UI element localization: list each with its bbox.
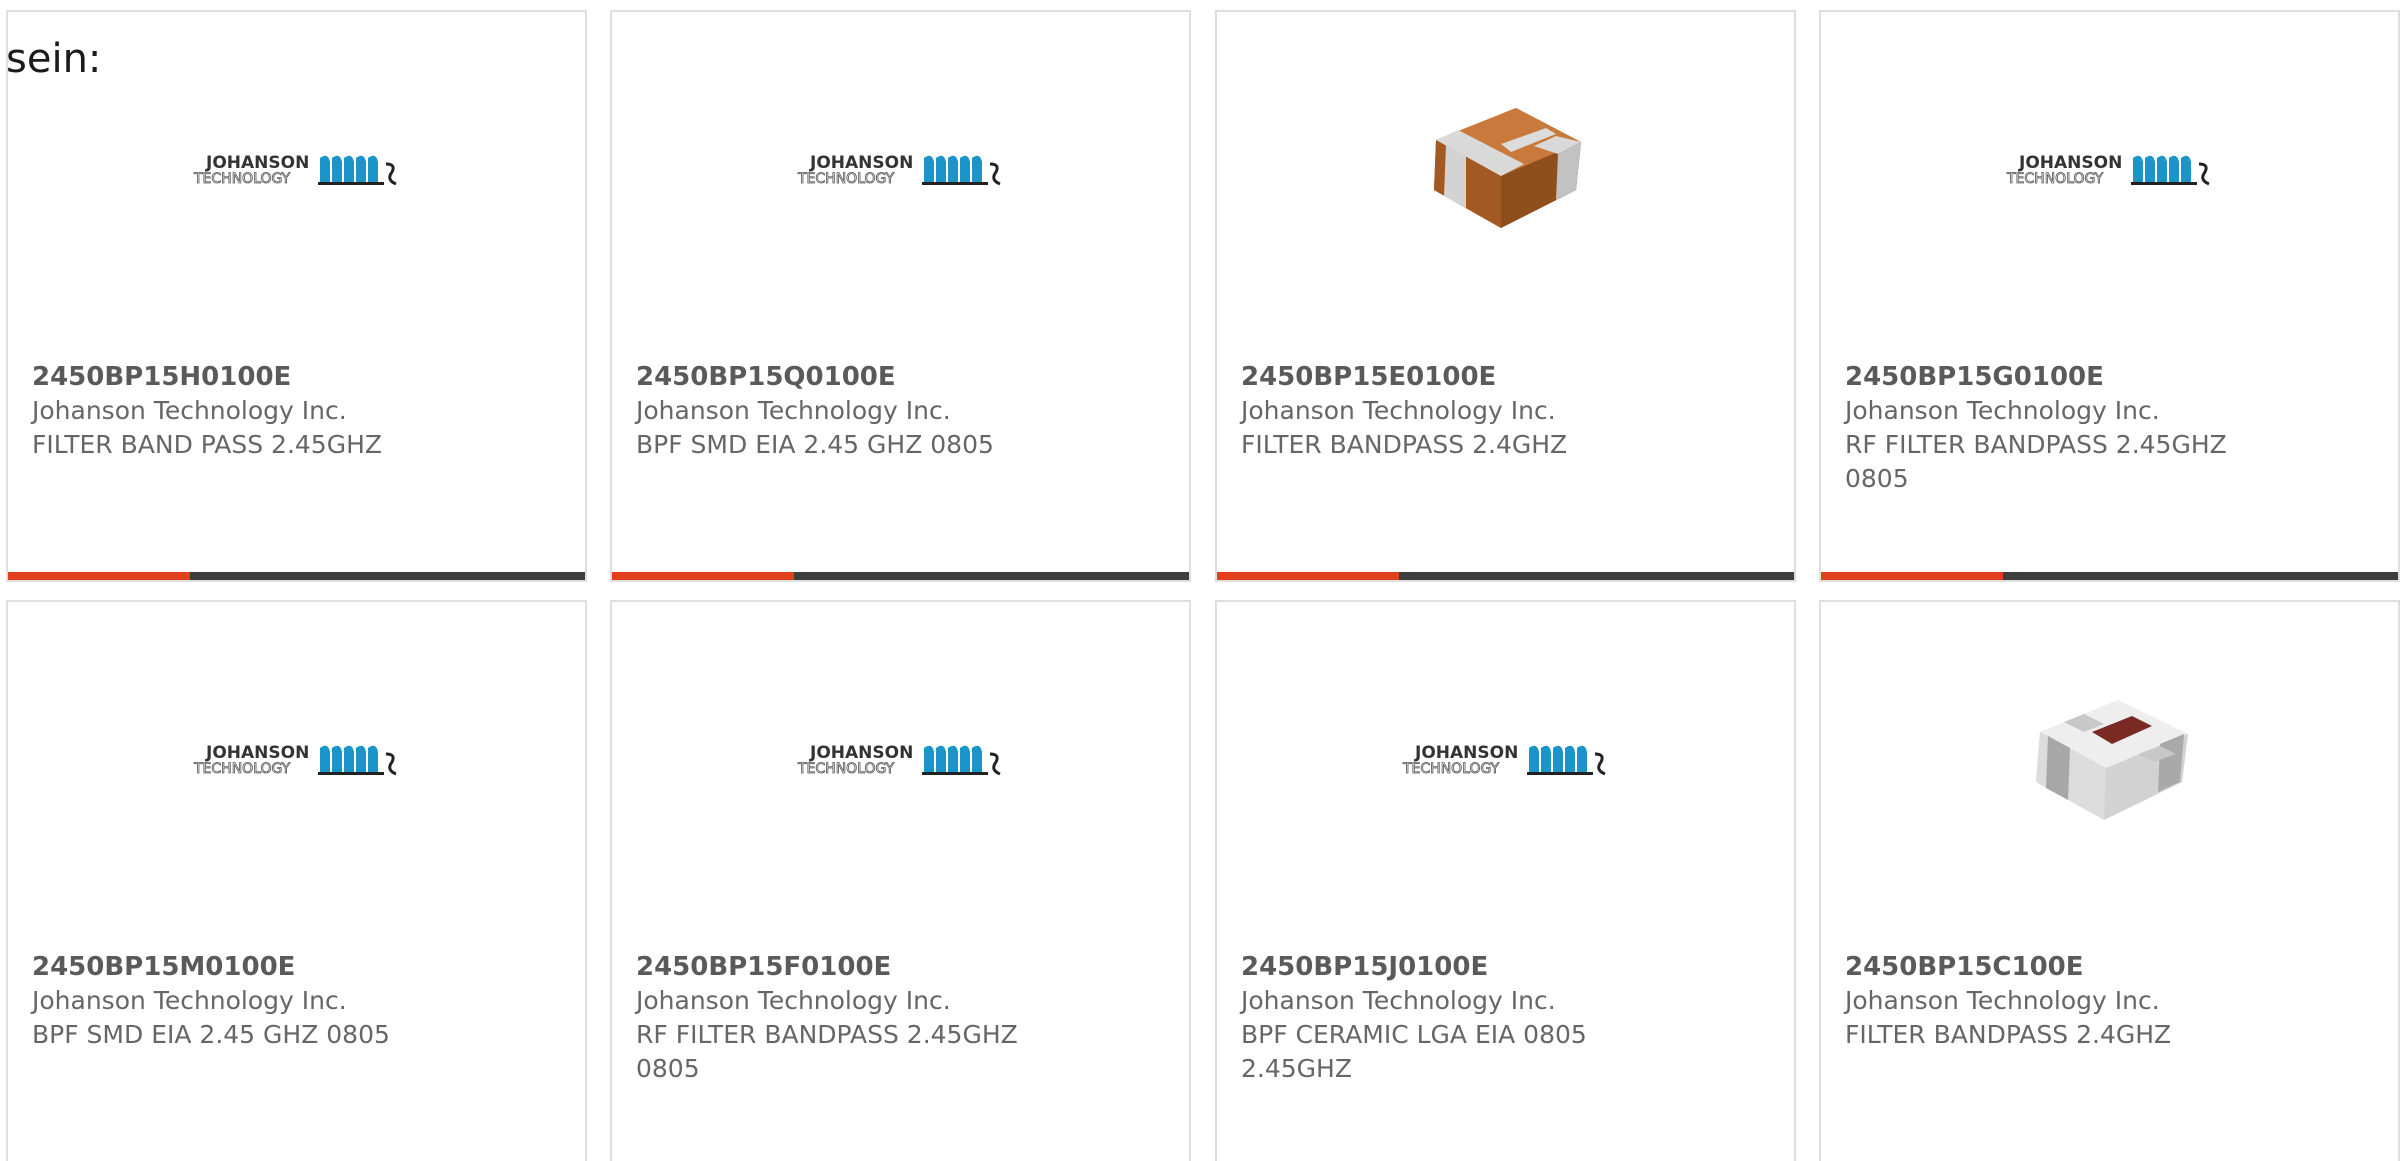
intro-text: sein: (6, 36, 102, 82)
johanson-logo-icon: JOHANSON TECHNOLOGY (192, 740, 402, 784)
manufacturer: Johanson Technology Inc. (32, 396, 347, 425)
part-number[interactable]: 2450BP15G0100E (1845, 360, 2285, 394)
card-accent-bar (1821, 572, 2398, 580)
product-image: JOHANSON TECHNOLOGY (612, 67, 1189, 277)
description: BPF CERAMIC LGA EIA 0805 2.45GHZ (1241, 1020, 1587, 1083)
description: FILTER BANDPASS 2.4GHZ (1845, 1020, 2172, 1049)
svg-text:JOHANSON: JOHANSON (2018, 153, 2122, 173)
svg-text:JOHANSON: JOHANSON (809, 153, 913, 173)
part-number[interactable]: 2450BP15J0100E (1241, 950, 1681, 984)
description: RF FILTER BANDPASS 2.45GHZ 0805 (1845, 430, 2227, 493)
product-card[interactable]: 2450BP15C100E Johanson Technology Inc. F… (1819, 600, 2400, 1161)
product-card[interactable]: JOHANSON TECHNOLOGY 2450BP15F0100E Johan… (610, 600, 1191, 1161)
product-image: JOHANSON TECHNOLOGY (612, 657, 1189, 867)
manufacturer: Johanson Technology Inc. (1241, 986, 1556, 1015)
white-chip-icon (2010, 660, 2210, 864)
manufacturer: Johanson Technology Inc. (636, 396, 951, 425)
johanson-logo-icon: JOHANSON TECHNOLOGY (796, 150, 1006, 194)
part-number[interactable]: 2450BP15F0100E (636, 950, 1076, 984)
svg-text:JOHANSON: JOHANSON (1414, 743, 1518, 763)
product-card[interactable]: JOHANSON TECHNOLOGY 2450BP15G0100E Johan… (1819, 10, 2400, 582)
svg-text:TECHNOLOGY: TECHNOLOGY (1402, 761, 1500, 777)
product-card[interactable]: JOHANSON TECHNOLOGY 2450BP15M0100E Johan… (6, 600, 587, 1161)
svg-text:TECHNOLOGY: TECHNOLOGY (193, 171, 291, 187)
johanson-logo-icon: JOHANSON TECHNOLOGY (2005, 150, 2215, 194)
svg-text:TECHNOLOGY: TECHNOLOGY (193, 761, 291, 777)
description: BPF SMD EIA 2.45 GHZ 0805 (32, 1020, 390, 1049)
product-card[interactable]: 2450BP15E0100E Johanson Technology Inc. … (1215, 10, 1796, 582)
manufacturer: Johanson Technology Inc. (636, 986, 951, 1015)
card-accent-bar (612, 572, 1189, 580)
manufacturer: Johanson Technology Inc. (1845, 396, 2160, 425)
svg-text:JOHANSON: JOHANSON (809, 743, 913, 763)
product-grid-page: sein: JOHANSON TECHNOLOGY 2450BP15H0100E… (0, 0, 2400, 1161)
part-number[interactable]: 2450BP15M0100E (32, 950, 472, 984)
product-image: JOHANSON TECHNOLOGY (1821, 67, 2398, 277)
johanson-logo-icon: JOHANSON TECHNOLOGY (192, 150, 402, 194)
svg-text:TECHNOLOGY: TECHNOLOGY (797, 171, 895, 187)
product-image (1217, 67, 1794, 277)
description: FILTER BAND PASS 2.45GHZ (32, 430, 382, 459)
svg-text:JOHANSON: JOHANSON (205, 743, 309, 763)
card-accent-bar (8, 572, 585, 580)
card-accent-bar (1217, 572, 1794, 580)
johanson-logo-icon: JOHANSON TECHNOLOGY (1401, 740, 1611, 784)
svg-text:TECHNOLOGY: TECHNOLOGY (2006, 171, 2104, 187)
product-image: JOHANSON TECHNOLOGY (8, 67, 585, 277)
svg-text:TECHNOLOGY: TECHNOLOGY (797, 761, 895, 777)
product-image: JOHANSON TECHNOLOGY (8, 657, 585, 867)
manufacturer: Johanson Technology Inc. (1845, 986, 2160, 1015)
manufacturer: Johanson Technology Inc. (32, 986, 347, 1015)
product-image: JOHANSON TECHNOLOGY (1217, 657, 1794, 867)
johanson-logo-icon: JOHANSON TECHNOLOGY (796, 740, 1006, 784)
manufacturer: Johanson Technology Inc. (1241, 396, 1556, 425)
product-card[interactable]: JOHANSON TECHNOLOGY 2450BP15H0100E Johan… (6, 10, 587, 582)
part-number[interactable]: 2450BP15E0100E (1241, 360, 1681, 394)
part-number[interactable]: 2450BP15Q0100E (636, 360, 1076, 394)
svg-text:JOHANSON: JOHANSON (205, 153, 309, 173)
brown-chip-icon (1406, 70, 1606, 274)
part-number[interactable]: 2450BP15C100E (1845, 950, 2285, 984)
description: RF FILTER BANDPASS 2.45GHZ 0805 (636, 1020, 1018, 1083)
description: BPF SMD EIA 2.45 GHZ 0805 (636, 430, 994, 459)
product-image (1821, 657, 2398, 867)
product-card[interactable]: JOHANSON TECHNOLOGY 2450BP15J0100E Johan… (1215, 600, 1796, 1161)
part-number[interactable]: 2450BP15H0100E (32, 360, 472, 394)
product-card[interactable]: JOHANSON TECHNOLOGY 2450BP15Q0100E Johan… (610, 10, 1191, 582)
description: FILTER BANDPASS 2.4GHZ (1241, 430, 1568, 459)
